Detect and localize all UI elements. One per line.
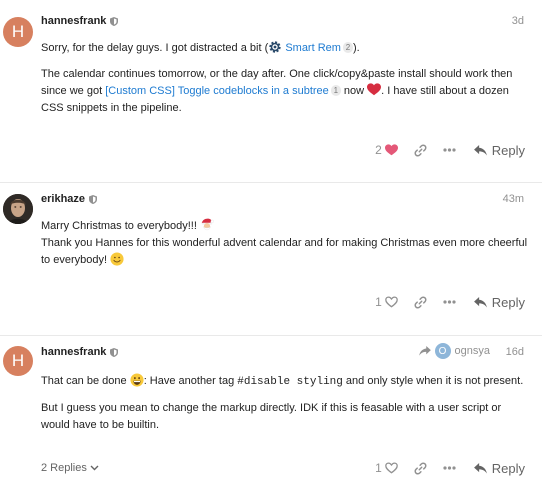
user-photo <box>3 194 33 224</box>
paragraph: Marry Christmas to everybody!!! Thank yo… <box>41 217 531 269</box>
topic-thread: H hannesfrank 3d Sorry, for the delay gu… <box>0 0 542 500</box>
post-controls: 1 Reply <box>375 457 525 479</box>
more-icon <box>443 148 456 152</box>
post-3: H hannesfrank O ognsya 16d That can be d… <box>0 336 542 500</box>
smart-rem-link[interactable]: Smart Rem <box>285 42 341 54</box>
reply-label: Reply <box>491 460 525 476</box>
reply-label: Reply <box>491 294 525 310</box>
post-controls: 2 Reply <box>375 139 525 161</box>
heart-outline-icon <box>384 462 398 474</box>
text: That can be done <box>41 375 130 387</box>
like-count[interactable]: 1 <box>375 461 382 475</box>
more-icon <box>443 300 456 304</box>
avatar[interactable]: H <box>3 17 33 47</box>
like-count[interactable]: 1 <box>375 295 382 309</box>
reply-icon <box>473 144 487 156</box>
post-content: Sorry, for the delay guys. I got distrac… <box>41 40 531 117</box>
replies-count-label: 2 Replies <box>41 462 87 474</box>
text: now <box>340 85 368 97</box>
text: Sorry, for the delay guys. I got distrac… <box>41 42 269 54</box>
post-controls: 1 Reply <box>375 291 525 313</box>
heart-icon <box>367 83 382 96</box>
like-button[interactable]: 1 <box>375 291 398 313</box>
reply-icon <box>473 296 487 308</box>
text: ). <box>352 42 360 54</box>
reply-to-avatar: O <box>434 343 451 359</box>
username-label: erikhaze <box>41 193 86 205</box>
link-click-count: 1 <box>330 85 341 96</box>
moderator-shield-icon <box>110 16 119 26</box>
smiley-emoji-icon <box>110 252 124 266</box>
reply-to-avatar-letter: O <box>438 345 447 357</box>
username-label: hannesfrank <box>41 346 107 358</box>
chevron-down-icon <box>90 465 99 471</box>
avatar-letter: H <box>11 22 25 41</box>
username[interactable]: erikhaze <box>41 193 98 205</box>
reply-to-tab[interactable]: O ognsya <box>418 343 490 359</box>
paragraph: But I guess you mean to change the marku… <box>41 400 531 434</box>
username-label: hannesfrank <box>41 15 107 27</box>
post-date[interactable]: 3d <box>512 15 524 27</box>
reply-icon <box>473 462 487 474</box>
custom-css-toggle-link[interactable]: [Custom CSS] Toggle codeblocks in a subt… <box>105 85 329 97</box>
grinning-emoji-icon <box>130 373 144 387</box>
reply-to-username: ognsya <box>454 345 490 357</box>
share-link-button[interactable] <box>414 291 427 313</box>
post-date[interactable]: 43m <box>503 193 524 205</box>
paragraph: The calendar continues tomorrow, or the … <box>41 66 531 117</box>
like-button[interactable]: 1 <box>375 457 398 479</box>
reply-label: Reply <box>491 142 525 158</box>
show-more-button[interactable] <box>443 291 456 313</box>
link-icon <box>414 143 427 157</box>
show-more-button[interactable] <box>443 457 456 479</box>
post-content: Marry Christmas to everybody!!! Thank yo… <box>41 217 531 269</box>
avatar[interactable] <box>3 194 33 224</box>
heart-icon <box>384 144 398 156</box>
username[interactable]: hannesfrank <box>41 346 119 358</box>
avatar-letter: H <box>11 351 25 370</box>
show-more-button[interactable] <box>443 139 456 161</box>
post-2: erikhaze 43m Marry Christmas to everybod… <box>0 183 542 336</box>
paragraph: Sorry, for the delay guys. I got distrac… <box>41 40 531 57</box>
reply-button[interactable]: Reply <box>473 294 525 310</box>
post-date[interactable]: 16d <box>506 346 524 358</box>
text: and only style when it is not present. <box>342 375 524 387</box>
link-icon <box>414 461 427 475</box>
text: Marry Christmas to everybody!!! <box>41 220 200 232</box>
show-replies-button[interactable]: 2 Replies <box>41 462 99 474</box>
share-link-button[interactable] <box>414 139 427 161</box>
text: But I guess you mean to change the marku… <box>41 402 502 431</box>
more-icon <box>443 466 456 470</box>
moderator-shield-icon <box>110 347 119 357</box>
link-icon <box>414 295 427 309</box>
reply-button[interactable]: Reply <box>473 142 525 158</box>
like-button[interactable]: 2 <box>375 139 398 161</box>
share-link-button[interactable] <box>414 457 427 479</box>
like-count[interactable]: 2 <box>375 143 382 157</box>
avatar[interactable]: H <box>3 346 33 376</box>
post-content: That can be done : Have another tag #dis… <box>41 373 531 434</box>
moderator-shield-icon <box>89 194 98 204</box>
santa-emoji-icon <box>201 218 214 231</box>
username[interactable]: hannesfrank <box>41 15 119 27</box>
heart-outline-icon <box>384 296 398 308</box>
inline-code: #disable styling <box>237 376 343 388</box>
post-1: H hannesfrank 3d Sorry, for the delay gu… <box>0 0 542 183</box>
share-arrow-icon <box>418 346 431 356</box>
link-click-count: 2 <box>342 42 353 53</box>
reply-button[interactable]: Reply <box>473 460 525 476</box>
paragraph: That can be done : Have another tag #dis… <box>41 373 531 391</box>
text: : Have another tag <box>143 375 238 387</box>
gear-icon <box>269 41 281 53</box>
